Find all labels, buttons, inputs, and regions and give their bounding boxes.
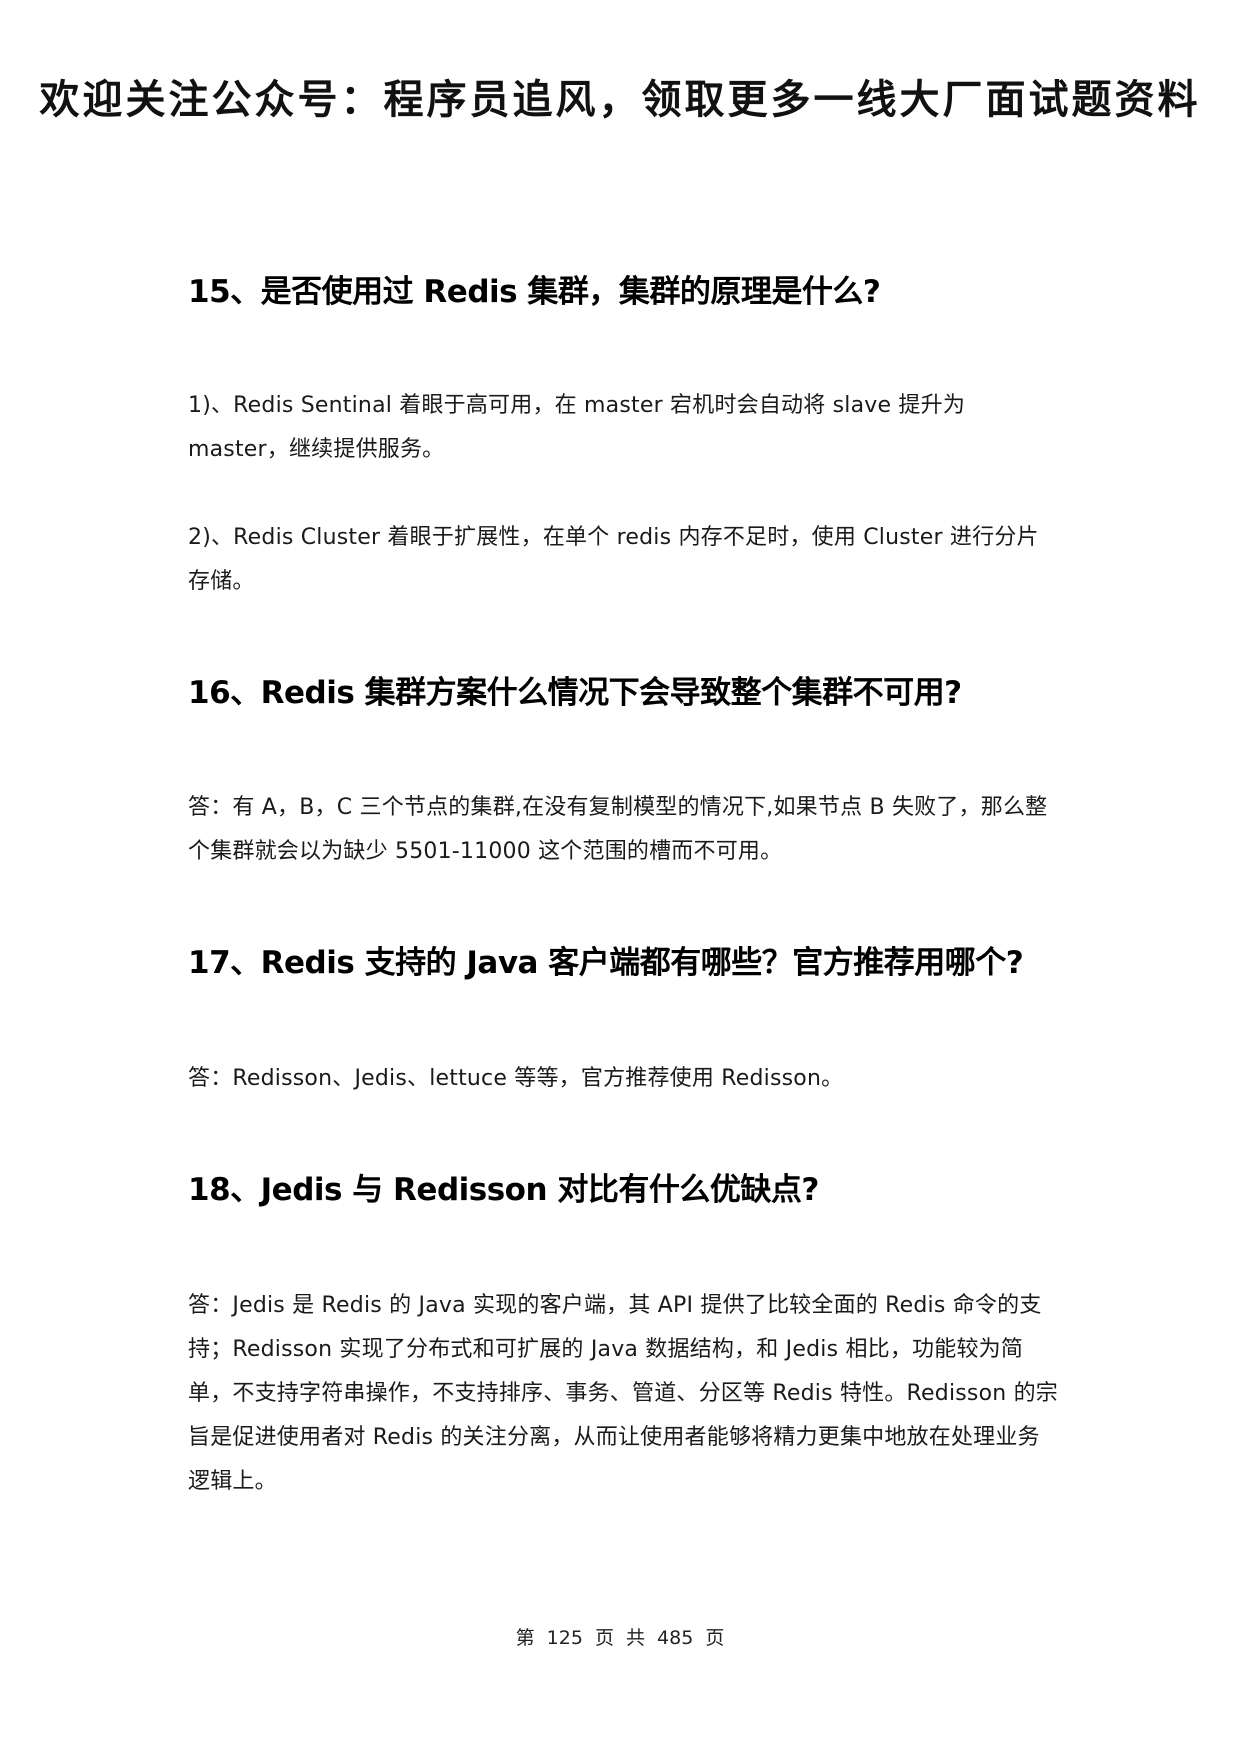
question-title-16: 16、Redis 集群方案什么情况下会导致整个集群不可用? [188,675,962,711]
question-section-16: 16、Redis 集群方案什么情况下会导致整个集群不可用? 答：有 A，B，C … [188,671,1060,874]
question-title-17: 17、Redis 支持的 Java 客户端都有哪些？官方推荐用哪个? [188,945,1024,981]
answer-paragraph-16: 答：有 A，B，C 三个节点的集群,在没有复制模型的情况下,如果节点 B 失败了… [188,795,1048,864]
answer-paragraph-18: 答：Jedis 是 Redis 的 Java 实现的客户端，其 API 提供了比… [188,1293,1058,1494]
promo-banner: 欢迎关注公众号：程序员追风，领取更多一线大厂面试题资料 [39,76,1201,123]
answer-paragraph-15-2: 2)、Redis Cluster 着眼于扩展性，在单个 redis 内存不足时，… [188,525,1039,594]
question-section-15: 15、是否使用过 Redis 集群，集群的原理是什么? 1)、Redis Sen… [188,270,1060,604]
answer-paragraph-17: 答：Redisson、Jedis、lettuce 等等，官方推荐使用 Redis… [188,1066,844,1091]
answer-paragraph-15-1: 1)、Redis Sentinal 着眼于高可用，在 master 宕机时会自动… [188,393,966,462]
page-number-footer: 第 125 页 共 485 页 [515,1627,725,1649]
question-section-18: 18、Jedis 与 Redisson 对比有什么优缺点? 答：Jedis 是 … [188,1168,1060,1504]
question-title-18: 18、Jedis 与 Redisson 对比有什么优缺点? [188,1172,819,1208]
question-section-17: 17、Redis 支持的 Java 客户端都有哪些？官方推荐用哪个? 答：Red… [188,941,1060,1101]
document-body: 15、是否使用过 Redis 集群，集群的原理是什么? 1)、Redis Sen… [188,270,1060,1504]
question-title-15: 15、是否使用过 Redis 集群，集群的原理是什么? [188,274,881,310]
